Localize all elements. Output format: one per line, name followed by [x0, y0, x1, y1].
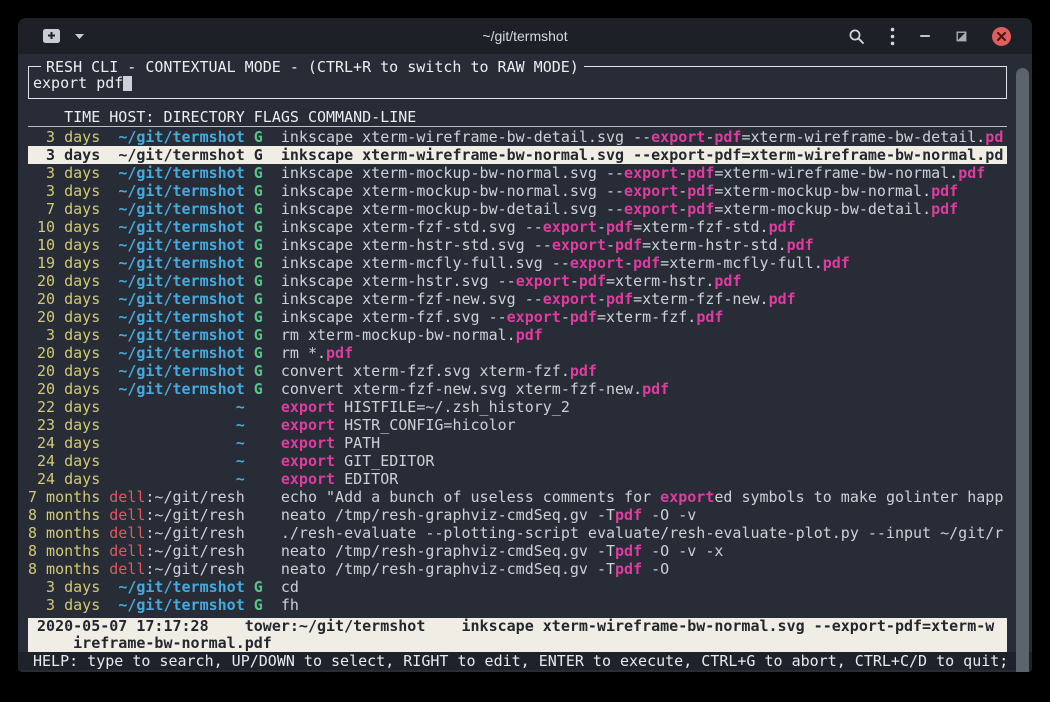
restore-button[interactable] [956, 31, 967, 42]
search-icon [848, 28, 865, 45]
history-row[interactable]: 3 days ~/git/termshot G fh [28, 596, 1007, 614]
history-row-selected[interactable]: 3 days ~/git/termshot G inkscape xterm-w… [28, 146, 1007, 164]
history-row[interactable]: 24 days ~ export GIT_EDITOR [28, 452, 1007, 470]
history-row[interactable]: 3 days ~/git/termshot G inkscape xterm-m… [28, 164, 1007, 182]
history-row[interactable]: 3 days ~/git/termshot G inkscape xterm-w… [28, 128, 1007, 146]
titlebar[interactable]: ~/git/termshot [18, 18, 1032, 54]
restore-window-icon [956, 31, 967, 42]
history-row[interactable]: 10 days ~/git/termshot G inkscape xterm-… [28, 218, 1007, 236]
history-row[interactable]: 8 months dell:~/git/resh neato /tmp/resh… [28, 506, 1007, 524]
history-row[interactable]: 7 months dell:~/git/resh echo "Add a bun… [28, 488, 1007, 506]
history-row[interactable]: 3 days ~/git/termshot G cd [28, 578, 1007, 596]
minimize-icon [920, 34, 931, 38]
resh-mode-title: RESH CLI - CONTEXTUAL MODE - (CTRL+R to … [41, 58, 584, 76]
new-tab-terminal-icon [42, 28, 61, 44]
history-row[interactable]: 3 days ~/git/termshot G rm xterm-mockup-… [28, 326, 1007, 344]
close-icon [997, 32, 1006, 41]
history-row[interactable]: 8 months dell:~/git/resh neato /tmp/resh… [28, 542, 1007, 560]
history-row[interactable]: 8 months dell:~/git/resh neato /tmp/resh… [28, 560, 1007, 578]
history-list: 3 days ~/git/termshot G inkscape xterm-w… [28, 128, 1007, 614]
chevron-down-icon [74, 33, 85, 40]
table-header: TIME HOST: DIRECTORY FLAGS COMMAND-LINE [28, 109, 1007, 127]
minimize-button[interactable] [920, 34, 931, 38]
status-bar: 2020-05-07 17:17:28 tower:~/git/termshot… [28, 618, 1007, 652]
history-row[interactable]: 7 days ~/git/termshot G inkscape xterm-m… [28, 200, 1007, 218]
history-row[interactable]: 20 days ~/git/termshot G inkscape xterm-… [28, 272, 1007, 290]
resh-search-box: RESH CLI - CONTEXTUAL MODE - (CTRL+R to … [28, 66, 1007, 99]
history-row[interactable]: 20 days ~/git/termshot G rm *.pdf [28, 344, 1007, 362]
status-line-2: ireframe-bw-normal.pdf [28, 635, 1007, 652]
tab-dropdown-button[interactable] [74, 33, 85, 40]
text-cursor [123, 75, 132, 91]
search-query-text: export pdf [33, 74, 123, 92]
menu-button[interactable] [890, 27, 895, 46]
history-row[interactable]: 20 days ~/git/termshot G convert xterm-f… [28, 380, 1007, 398]
close-button[interactable] [992, 27, 1011, 46]
history-row[interactable]: 19 days ~/git/termshot G inkscape xterm-… [28, 254, 1007, 272]
search-button[interactable] [848, 28, 865, 45]
scrollbar-thumb[interactable] [1016, 68, 1029, 672]
history-row[interactable]: 24 days ~ export PATH [28, 434, 1007, 452]
history-row[interactable]: 20 days ~/git/termshot G inkscape xterm-… [28, 308, 1007, 326]
history-row[interactable]: 10 days ~/git/termshot G inkscape xterm-… [28, 236, 1007, 254]
history-row[interactable]: 20 days ~/git/termshot G convert xterm-f… [28, 362, 1007, 380]
desktop-background: { "window": { "title": "~/git/termshot" … [0, 0, 1050, 702]
history-row[interactable]: 8 months dell:~/git/resh ./resh-evaluate… [28, 524, 1007, 542]
history-row[interactable]: 23 days ~ export HSTR_CONFIG=hicolor [28, 416, 1007, 434]
terminal-window: ~/git/termshot [18, 18, 1032, 672]
status-line-1: 2020-05-07 17:17:28 tower:~/git/termshot… [28, 618, 1007, 635]
history-row[interactable]: 22 days ~ export HISTFILE=~/.zsh_history… [28, 398, 1007, 416]
new-tab-button[interactable] [42, 28, 61, 44]
kebab-menu-icon [890, 27, 895, 46]
history-row[interactable]: 3 days ~/git/termshot G inkscape xterm-m… [28, 182, 1007, 200]
terminal-content: RESH CLI - CONTEXTUAL MODE - (CTRL+R to … [18, 66, 1032, 672]
help-line: HELP: type to search, UP/DOWN to select,… [18, 652, 1032, 670]
history-row[interactable]: 20 days ~/git/termshot G inkscape xterm-… [28, 290, 1007, 308]
history-row[interactable]: 24 days ~ export EDITOR [28, 470, 1007, 488]
